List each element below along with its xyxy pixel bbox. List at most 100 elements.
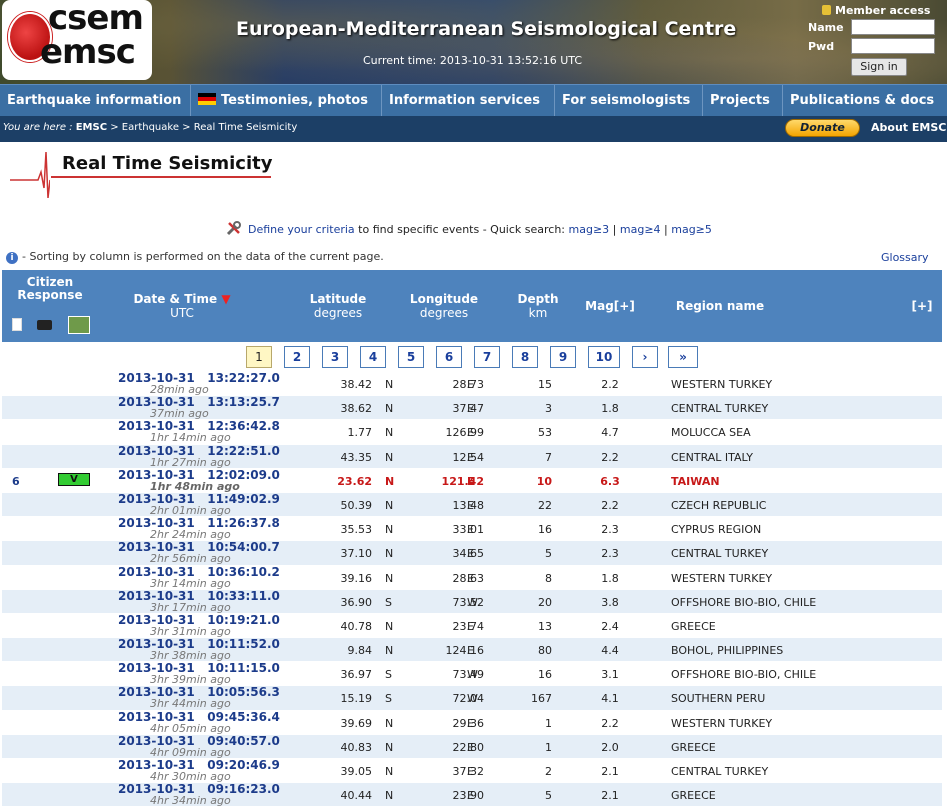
table-row[interactable]: 2013-10-31 10:36:10.2 3hr 14min ago 39.16 N… xyxy=(2,566,942,590)
breadcrumb-prefix: You are here : xyxy=(3,122,76,133)
table-row[interactable]: 2013-10-31 12:22:51.0 1hr 27min ago 43.35 N… xyxy=(2,444,942,469)
header-region-name[interactable]: Region name xyxy=(660,299,780,313)
table-row[interactable]: 2013-10-31 10:11:52.0 3hr 38min ago 9.84 N 1… xyxy=(2,638,942,663)
citizen-testimony-count[interactable]: 6 xyxy=(12,475,20,488)
camera-icon[interactable] xyxy=(37,320,52,330)
event-time-ago: 3hr 39min ago xyxy=(150,673,231,687)
page-7[interactable]: 7 xyxy=(474,346,500,368)
header-longitude[interactable]: Longitude degrees xyxy=(402,292,486,320)
quick-mag5-link[interactable]: mag≥5 xyxy=(671,223,712,236)
page-3[interactable]: 3 xyxy=(322,346,348,368)
event-datetime-link[interactable]: 2013-10-31 09:40:57.0 xyxy=(118,735,280,747)
table-row[interactable]: 2013-10-31 12:02:09.0 1hr 48min ago 23.62 N… xyxy=(2,469,942,493)
event-lon-hemisphere: W xyxy=(467,692,478,706)
event-magnitude: 2.2 xyxy=(601,450,619,464)
page-4[interactable]: 4 xyxy=(360,346,386,368)
event-lon-hemisphere: E xyxy=(467,474,475,488)
event-latitude: 39.05 xyxy=(340,765,373,778)
quick-mag3-link[interactable]: mag≥3 xyxy=(569,223,610,236)
breadcrumb-path[interactable]: > Earthquake > Real Time Seismicity xyxy=(107,122,297,133)
event-lat-hemisphere: N xyxy=(385,740,394,754)
event-latitude: 39.69 xyxy=(340,716,373,730)
table-row[interactable]: 2013-10-31 10:19:21.0 3hr 31min ago 40.78 N… xyxy=(2,614,942,639)
page-5[interactable]: 5 xyxy=(398,346,424,368)
page-last[interactable]: » xyxy=(668,346,698,368)
table-row[interactable]: 2013-10-31 13:13:25.7 37min ago 38.62 N 37.4… xyxy=(2,396,942,421)
event-datetime-link[interactable]: 2013-10-31 12:22:51.0 xyxy=(118,445,280,457)
event-magnitude: 4.4 xyxy=(601,644,619,658)
event-time-ago: 1hr 14min ago xyxy=(150,431,231,445)
event-depth: 53 xyxy=(538,426,552,440)
nav-for-seismologists[interactable]: For seismologists xyxy=(555,85,703,116)
event-magnitude: 3.8 xyxy=(601,595,619,609)
map-icon[interactable] xyxy=(68,316,90,334)
site-title: European-Mediterranean Seismological Cen… xyxy=(236,18,737,40)
glossary-link[interactable]: Glossary xyxy=(881,251,929,264)
event-region: SOUTHERN PERU xyxy=(671,692,766,706)
table-row[interactable]: 2013-10-31 10:33:11.0 3hr 17min ago 36.90 S… xyxy=(2,589,942,614)
header-latitude[interactable]: Latitude degrees xyxy=(298,292,378,320)
nav-testimonies-photos[interactable]: Testimonies, photos xyxy=(191,85,382,116)
quick-mag4-link[interactable]: mag≥4 xyxy=(620,223,661,236)
event-datetime-link[interactable]: 2013-10-31 10:33:11.0 xyxy=(118,590,280,602)
event-region: TAIWAN xyxy=(671,474,720,488)
table-row[interactable]: 2013-10-31 10:11:15.0 3hr 39min ago 36.97 S… xyxy=(2,662,942,687)
event-time-ago: 3hr 17min ago xyxy=(150,600,231,614)
page-8[interactable]: 8 xyxy=(512,346,538,368)
page-2[interactable]: 2 xyxy=(284,346,310,368)
table-row[interactable]: 2013-10-31 09:45:36.4 4hr 05min ago 39.69 N… xyxy=(2,711,942,735)
event-time-ago: 4hr 34min ago xyxy=(150,794,231,807)
event-region: CENTRAL TURKEY xyxy=(671,402,769,416)
table-row[interactable]: 2013-10-31 12:36:42.8 1hr 14min ago 1.77 N 1… xyxy=(2,420,942,445)
about-emsc-link[interactable]: About EMSC xyxy=(871,121,946,134)
header-latitude-sub: degrees xyxy=(313,306,363,320)
header-date-time[interactable]: Date & Time ▼ UTC xyxy=(122,292,242,320)
event-region: OFFSHORE BIO-BIO, CHILE xyxy=(671,668,817,682)
emsc-logo[interactable]: csem emsc xyxy=(2,0,152,80)
table-row[interactable]: 2013-10-31 13:22:27.0 28min ago 38.42 N 28.7… xyxy=(2,372,942,397)
table-row[interactable]: 2013-10-31 09:16:23.0 4hr 34min ago 40.44 N… xyxy=(2,783,942,807)
event-region: WESTERN TURKEY xyxy=(671,378,773,391)
page-6[interactable]: 6 xyxy=(436,346,462,368)
page-next[interactable]: › xyxy=(632,346,658,368)
table-row[interactable]: 2013-10-31 09:40:57.0 4hr 09min ago 40.83 N… xyxy=(2,734,942,759)
nav-information-services[interactable]: Information services xyxy=(382,85,555,116)
define-criteria-link[interactable]: Define your criteria xyxy=(248,223,355,236)
header-depth[interactable]: Depth km xyxy=(508,292,568,320)
nav-publications-docs[interactable]: Publications & docs xyxy=(783,85,947,116)
page-9[interactable]: 9 xyxy=(550,346,576,368)
event-lon-hemisphere: E xyxy=(467,644,474,658)
sign-in-button[interactable]: Sign in xyxy=(851,58,907,76)
event-region: CENTRAL ITALY xyxy=(671,450,753,464)
event-lat-hemisphere: S xyxy=(385,668,392,682)
breadcrumb-root-link[interactable]: EMSC xyxy=(76,122,107,133)
table-row[interactable]: 2013-10-31 10:54:00.7 2hr 56min ago 37.10 N… xyxy=(2,541,942,566)
event-lon-hemisphere: W xyxy=(467,668,478,682)
table-row[interactable]: 2013-10-31 10:05:56.3 3hr 44min ago 15.19 S… xyxy=(2,686,942,711)
password-input[interactable] xyxy=(851,38,935,54)
event-depth: 1 xyxy=(545,740,552,754)
page-1[interactable]: 1 xyxy=(246,346,272,368)
felt-intensity-badge[interactable]: V xyxy=(58,472,90,486)
table-row[interactable]: 2013-10-31 11:26:37.8 2hr 24min ago 35.53 N… xyxy=(2,517,942,542)
pagination: 1 2 3 4 5 6 7 8 9 10 › » xyxy=(2,342,942,370)
document-icon[interactable] xyxy=(12,318,22,331)
event-datetime-link[interactable]: 2013-10-31 09:45:36.4 xyxy=(118,711,280,723)
table-row[interactable]: 2013-10-31 11:49:02.9 2hr 01min ago 50.39 N… xyxy=(2,492,942,518)
table-row[interactable]: 2013-10-31 09:20:46.9 4hr 30min ago 39.05 N… xyxy=(2,759,942,784)
event-latitude: 50.39 xyxy=(340,498,373,512)
event-datetime-link[interactable]: 2013-10-31 10:36:10.2 xyxy=(118,566,280,578)
header-magnitude[interactable]: Mag[+] xyxy=(580,299,640,313)
event-lon-hemisphere: E xyxy=(467,716,474,730)
sort-desc-icon: ▼ xyxy=(221,292,231,306)
donate-button[interactable]: Donate xyxy=(785,119,860,137)
event-time-ago: 3hr 44min ago xyxy=(150,697,231,711)
header-expand[interactable]: [+] xyxy=(902,299,942,313)
page-10[interactable]: 10 xyxy=(588,346,620,368)
event-datetime-link[interactable]: 2013-10-31 12:02:09.0 xyxy=(118,469,280,481)
name-input[interactable] xyxy=(851,19,935,35)
event-time-ago: 1hr 27min ago xyxy=(150,455,231,469)
nav-earthquake-information[interactable]: Earthquake information xyxy=(0,85,191,116)
nav-projects[interactable]: Projects xyxy=(703,85,783,116)
page-title: Real Time Seismicity xyxy=(62,153,273,174)
